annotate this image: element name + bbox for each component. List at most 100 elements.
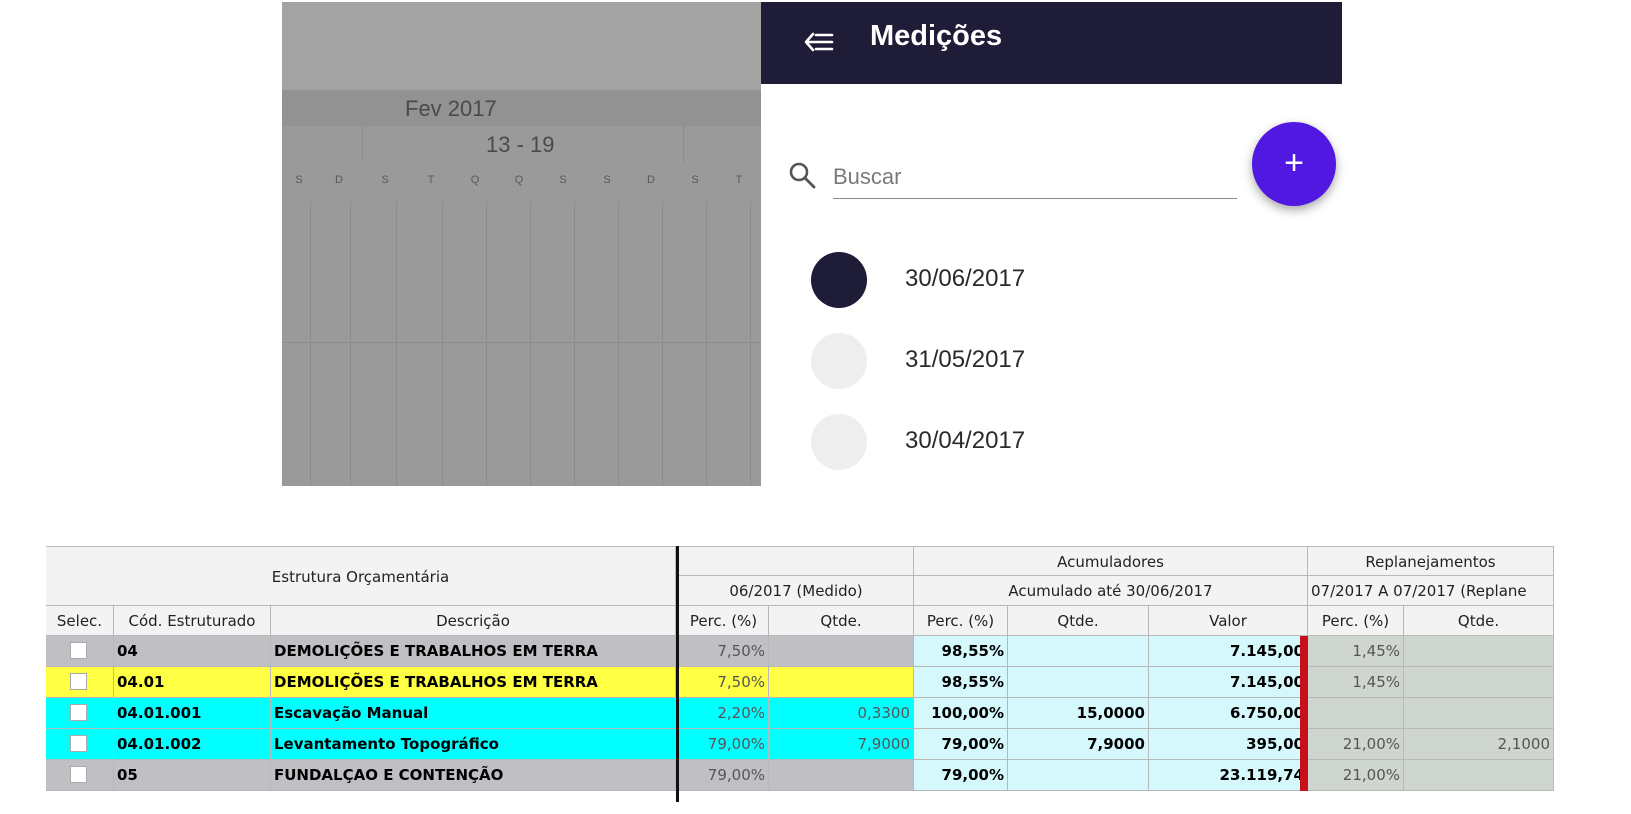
medicao-item[interactable]: 30/06/2017 xyxy=(811,250,1311,310)
cell-medido-perc[interactable]: 7,50% xyxy=(679,667,769,698)
calendar-day-letter: D xyxy=(335,174,343,186)
cell-acum-qtde[interactable] xyxy=(1008,667,1149,698)
cell-selec[interactable] xyxy=(46,636,114,667)
calendar-month-label: Fev 2017 xyxy=(405,96,497,121)
cell-medido-qtde[interactable] xyxy=(769,636,914,667)
medicao-item[interactable]: 30/04/2017 xyxy=(811,412,1311,472)
header-acumuladores: Acumuladores xyxy=(914,546,1308,576)
cell-medido-qtde[interactable] xyxy=(769,667,914,698)
cell-acum-qtde[interactable] xyxy=(1008,760,1149,791)
cell-acum-perc[interactable]: 79,00% xyxy=(914,760,1008,791)
cell-repl-perc[interactable]: 21,00% xyxy=(1308,729,1404,760)
cell-medido-perc[interactable]: 79,00% xyxy=(679,760,769,791)
header-medido-blank xyxy=(679,546,914,576)
calendar-day-letter: S xyxy=(381,174,389,186)
drawer-app-bar: Medições xyxy=(761,2,1342,84)
cell-acum-qtde[interactable] xyxy=(1008,636,1149,667)
cell-acum-qtde[interactable]: 7,9000 xyxy=(1008,729,1149,760)
row-select-checkbox[interactable] xyxy=(70,642,87,659)
column-header-descricao[interactable]: Descrição xyxy=(271,606,676,636)
row-select-checkbox[interactable] xyxy=(70,704,87,721)
cell-acum-valor[interactable]: 7.145,00 xyxy=(1149,636,1308,667)
medicao-item[interactable]: 31/05/2017 xyxy=(811,331,1311,391)
cell-repl-qtde[interactable] xyxy=(1404,760,1554,791)
cell-medido-qtde[interactable] xyxy=(769,760,914,791)
cell-medido-qtde[interactable]: 0,3300 xyxy=(769,698,914,729)
cell-repl-perc[interactable]: 21,00% xyxy=(1308,760,1404,791)
calendar-day-column xyxy=(486,202,487,486)
cell-medido-perc[interactable]: 7,50% xyxy=(679,636,769,667)
row-select-checkbox[interactable] xyxy=(70,766,87,783)
column-header-repl-perc[interactable]: Perc. (%) xyxy=(1308,606,1404,636)
cell-repl-perc[interactable] xyxy=(1308,698,1404,729)
cell-acum-qtde[interactable]: 15,0000 xyxy=(1008,698,1149,729)
medicao-status-dot xyxy=(811,252,867,308)
medicoes-panel-screenshot: Fev 2017 13 - 19 SDSTQQSSDST Medições Bu… xyxy=(282,2,1342,486)
column-header-repl-qtde[interactable]: Qtde. xyxy=(1404,606,1554,636)
calendar-day-letter: S xyxy=(559,174,567,186)
column-header-acum-perc[interactable]: Perc. (%) xyxy=(914,606,1008,636)
cell-cod-estruturado[interactable]: 05 xyxy=(114,760,271,791)
cell-descricao[interactable]: DEMOLIÇÕES E TRABALHOS EM TERRA xyxy=(271,667,676,698)
row-select-checkbox[interactable] xyxy=(70,735,87,752)
calendar-day-column xyxy=(750,202,751,486)
row-marker xyxy=(1300,698,1308,729)
row-marker xyxy=(1300,636,1308,667)
cell-acum-perc[interactable]: 98,55% xyxy=(914,636,1008,667)
column-header-acum-valor[interactable]: Valor xyxy=(1149,606,1308,636)
cell-repl-qtde[interactable]: 2,1000 xyxy=(1404,729,1554,760)
cell-cod-estruturado[interactable]: 04 xyxy=(114,636,271,667)
cell-acum-valor[interactable]: 6.750,00 xyxy=(1149,698,1308,729)
cell-medido-qtde[interactable]: 7,9000 xyxy=(769,729,914,760)
add-medicao-button[interactable]: + xyxy=(1252,122,1336,206)
cell-descricao[interactable]: FUNDALÇAO E CONTENÇÃO xyxy=(271,760,676,791)
cell-medido-perc[interactable]: 2,20% xyxy=(679,698,769,729)
medicao-status-dot xyxy=(811,414,867,470)
cell-repl-qtde[interactable] xyxy=(1404,636,1554,667)
column-header-acum-qtde[interactable]: Qtde. xyxy=(1008,606,1149,636)
calendar-day-column xyxy=(396,202,397,486)
cell-selec[interactable] xyxy=(46,760,114,791)
calendar-day-column xyxy=(574,202,575,486)
cell-acum-valor[interactable]: 7.145,00 xyxy=(1149,667,1308,698)
column-header-cod-estruturado[interactable]: Cód. Estruturado xyxy=(114,606,271,636)
row-select-checkbox[interactable] xyxy=(70,673,87,690)
cell-acum-perc[interactable]: 79,00% xyxy=(914,729,1008,760)
column-header-selec[interactable]: Selec. xyxy=(46,606,114,636)
cell-cod-estruturado[interactable]: 04.01 xyxy=(114,667,271,698)
cell-acum-valor[interactable]: 395,00 xyxy=(1149,729,1308,760)
menu-open-icon[interactable] xyxy=(803,26,835,58)
cell-cod-estruturado[interactable]: 04.01.001 xyxy=(114,698,271,729)
calendar-day-column xyxy=(662,202,663,486)
cell-selec[interactable] xyxy=(46,698,114,729)
calendar-day-column xyxy=(618,202,619,486)
cell-medido-perc[interactable]: 79,00% xyxy=(679,729,769,760)
cell-cod-estruturado[interactable]: 04.01.002 xyxy=(114,729,271,760)
column-header-medido-perc[interactable]: Perc. (%) xyxy=(679,606,769,636)
cell-repl-perc[interactable]: 1,45% xyxy=(1308,636,1404,667)
medicao-status-dot xyxy=(811,333,867,389)
column-header-medido-qtde[interactable]: Qtde. xyxy=(769,606,914,636)
cell-selec[interactable] xyxy=(46,729,114,760)
cell-repl-qtde[interactable] xyxy=(1404,698,1554,729)
cell-descricao[interactable]: Levantamento Topográfico xyxy=(271,729,676,760)
search-icon xyxy=(787,160,817,190)
cell-selec[interactable] xyxy=(46,667,114,698)
cell-descricao[interactable]: DEMOLIÇÕES E TRABALHOS EM TERRA xyxy=(271,636,676,667)
search-input[interactable] xyxy=(833,156,1237,199)
cell-acum-valor[interactable]: 23.119,74 xyxy=(1149,760,1308,791)
calendar-day-letter: D xyxy=(647,174,655,186)
calendar-day-column xyxy=(350,202,351,486)
cell-descricao[interactable]: Escavação Manual xyxy=(271,698,676,729)
drawer-title: Medições xyxy=(870,20,1003,52)
cell-repl-qtde[interactable] xyxy=(1404,667,1554,698)
cell-acum-perc[interactable]: 100,00% xyxy=(914,698,1008,729)
calendar-day-letter: T xyxy=(427,174,435,186)
budget-spreadsheet: Estrutura Orçamentária Acumuladores Repl… xyxy=(46,546,1578,802)
cell-repl-perc[interactable]: 1,45% xyxy=(1308,667,1404,698)
header-acumulado: Acumulado até 30/06/2017 xyxy=(914,576,1308,606)
cell-acum-perc[interactable]: 98,55% xyxy=(914,667,1008,698)
calendar-week-label: 13 - 19 xyxy=(486,132,555,157)
header-estrutura: Estrutura Orçamentária xyxy=(46,546,676,606)
calendar-day-letters: SDSTQQSSDST xyxy=(282,162,761,202)
